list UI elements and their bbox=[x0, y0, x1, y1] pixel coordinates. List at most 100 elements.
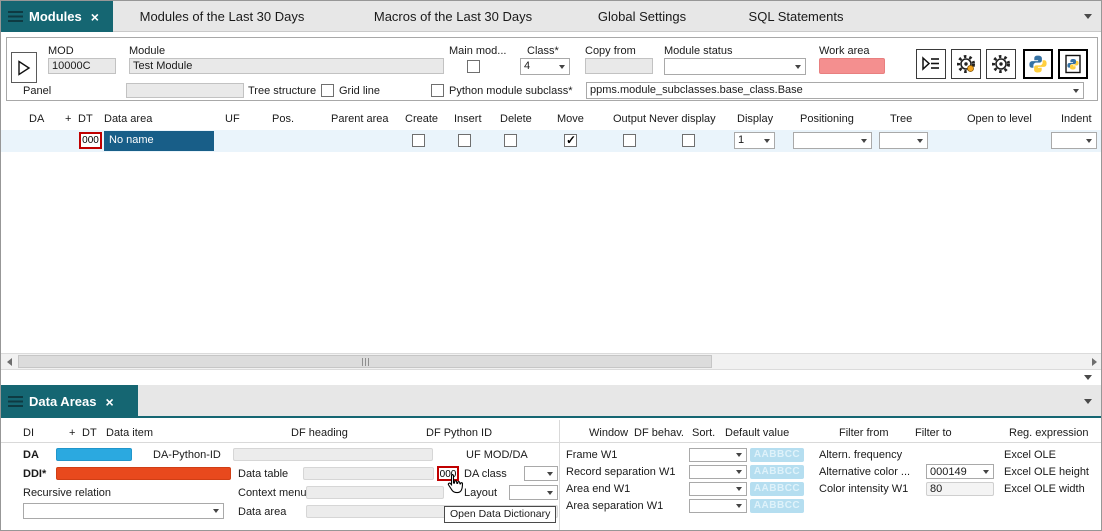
grid-add-button[interactable]: + bbox=[65, 113, 71, 125]
row-delete-checkbox[interactable] bbox=[504, 134, 517, 147]
class-label: Class* bbox=[527, 45, 559, 58]
grid-header-positioning: Positioning bbox=[800, 113, 854, 125]
grid-line-checkbox[interactable] bbox=[321, 84, 334, 97]
scroll-left-button[interactable] bbox=[1, 354, 18, 369]
tab-global-settings[interactable]: Global Settings bbox=[577, 1, 707, 31]
record-separation-w1-color-field[interactable]: AABBCC bbox=[750, 465, 804, 479]
scroll-left-icon bbox=[7, 358, 12, 366]
tab-close-icon[interactable]: × bbox=[105, 394, 113, 410]
grid-header-create: Create bbox=[405, 113, 438, 125]
da-python-id-field[interactable] bbox=[233, 448, 433, 461]
area-end-w1-select[interactable] bbox=[689, 482, 747, 496]
row-output-checkbox[interactable] bbox=[623, 134, 636, 147]
horizontal-scrollbar[interactable] bbox=[1, 353, 1102, 370]
da-add-button[interactable]: + bbox=[69, 427, 75, 439]
frame-w1-select[interactable] bbox=[689, 448, 747, 462]
data-areas-tab-bar: Data Areas × bbox=[1, 385, 1102, 418]
row-indent-select[interactable] bbox=[1051, 132, 1097, 149]
tab-data-areas[interactable]: Data Areas × bbox=[1, 385, 138, 418]
da-class-label: DA class bbox=[464, 468, 507, 481]
tab-modules[interactable]: Modules × bbox=[1, 1, 113, 32]
tab-modules-label: Modules bbox=[29, 9, 82, 24]
collapse-pane-chevron-icon[interactable] bbox=[1084, 375, 1092, 380]
recursive-relation-select[interactable] bbox=[23, 503, 224, 519]
tab-label: Global Settings bbox=[598, 9, 686, 24]
row-display-select[interactable]: 1 bbox=[734, 132, 775, 149]
row-never-display-checkbox[interactable] bbox=[682, 134, 695, 147]
record-separation-w1-select[interactable] bbox=[689, 465, 747, 479]
tab-macros-last-30-days[interactable]: Macros of the Last 30 Days bbox=[353, 1, 553, 31]
row-dt-cell[interactable]: 000 bbox=[79, 132, 102, 149]
python-subclass-checkbox[interactable] bbox=[431, 84, 444, 97]
python-editor-button[interactable] bbox=[1023, 49, 1053, 79]
work-area-field[interactable] bbox=[819, 58, 885, 74]
python-module-file-button[interactable] bbox=[1058, 49, 1088, 79]
da-header-divider bbox=[1, 442, 1102, 443]
grid-header-data-area: Data area bbox=[104, 113, 152, 125]
uf-mod-da-label: UF MOD/DA bbox=[466, 449, 528, 462]
ddi-field[interactable] bbox=[56, 467, 231, 480]
alternative-color-label: Alternative color ... bbox=[819, 466, 910, 479]
grid-header-display: Display bbox=[737, 113, 773, 125]
grid-header-open-to-level: Open to level bbox=[967, 113, 1032, 125]
module-run-list-button[interactable] bbox=[916, 49, 946, 79]
color-intensity-w1-label: Color intensity W1 bbox=[819, 483, 908, 496]
scroll-right-icon bbox=[1092, 358, 1097, 366]
data-table-field[interactable] bbox=[303, 467, 434, 480]
panel-menu-icon[interactable] bbox=[8, 11, 23, 22]
row-insert-checkbox[interactable] bbox=[458, 134, 471, 147]
module-label: Module bbox=[129, 45, 165, 58]
module-status-label: Module status bbox=[664, 45, 732, 58]
panel-field[interactable] bbox=[126, 83, 244, 98]
python-subclass-label: Python module subclass* bbox=[449, 85, 573, 98]
tab-modules-last-30-days[interactable]: Modules of the Last 30 Days bbox=[119, 1, 325, 31]
context-menu-field[interactable] bbox=[306, 486, 444, 499]
layout-select[interactable] bbox=[509, 485, 558, 500]
row-move-checkbox[interactable] bbox=[564, 134, 577, 147]
row-tree-select[interactable] bbox=[879, 132, 928, 149]
area-separation-w1-color-field[interactable]: AABBCC bbox=[750, 499, 804, 513]
tab-close-icon[interactable]: × bbox=[91, 9, 99, 25]
da-header-filter-to: Filter to bbox=[915, 427, 952, 439]
da-class-select[interactable] bbox=[524, 466, 558, 481]
color-intensity-w1-field[interactable]: 80 bbox=[926, 482, 994, 496]
grid-header-move: Move bbox=[557, 113, 584, 125]
module-customizer-button[interactable] bbox=[951, 49, 981, 79]
tab-label: Macros of the Last 30 Days bbox=[374, 9, 532, 24]
list-run-icon bbox=[921, 54, 941, 74]
run-module-button[interactable] bbox=[11, 52, 37, 83]
python-icon bbox=[1028, 54, 1048, 74]
row-positioning-select[interactable] bbox=[793, 132, 872, 149]
tab-overflow-chevron-icon[interactable] bbox=[1084, 14, 1092, 19]
scrollbar-thumb[interactable] bbox=[18, 355, 712, 368]
top-tab-bar: Modules × Modules of the Last 30 Days Ma… bbox=[1, 1, 1102, 32]
grid-header-indent: Indent bbox=[1061, 113, 1092, 125]
tab-sql-statements[interactable]: SQL Statements bbox=[729, 1, 863, 31]
scrollbar-grip-icon bbox=[362, 358, 369, 366]
area-separation-w1-select[interactable] bbox=[689, 499, 747, 513]
grid-header-parent-area: Parent area bbox=[331, 113, 388, 125]
module-settings-button[interactable] bbox=[986, 49, 1016, 79]
tab-data-areas-label: Data Areas bbox=[29, 394, 96, 409]
module-name-field[interactable]: Test Module bbox=[129, 58, 444, 74]
mod-field[interactable]: 10000C bbox=[48, 58, 116, 74]
ddi-row-label: DDI* bbox=[23, 468, 46, 481]
main-module-checkbox[interactable] bbox=[467, 60, 480, 73]
panel-menu-icon[interactable] bbox=[8, 396, 23, 407]
scroll-right-button[interactable] bbox=[1086, 354, 1102, 369]
area-end-w1-color-field[interactable]: AABBCC bbox=[750, 482, 804, 496]
da-field[interactable] bbox=[56, 448, 132, 461]
python-file-icon bbox=[1063, 54, 1083, 74]
row-data-area-cell[interactable]: No name bbox=[104, 131, 214, 151]
tab-overflow-chevron-icon[interactable] bbox=[1084, 399, 1092, 404]
area-separation-w1-label: Area separation W1 bbox=[566, 500, 663, 513]
row-create-checkbox[interactable] bbox=[412, 134, 425, 147]
class-select[interactable]: 4 bbox=[520, 58, 570, 75]
python-subclass-select[interactable]: ppms.module_subclasses.base_class.Base bbox=[586, 82, 1084, 99]
frame-w1-color-field[interactable]: AABBCC bbox=[750, 448, 804, 462]
area-end-w1-label: Area end W1 bbox=[566, 483, 630, 496]
copy-from-field[interactable] bbox=[585, 58, 653, 74]
alternative-color-select[interactable]: 000149 bbox=[926, 464, 994, 479]
da-python-id-label: DA-Python-ID bbox=[153, 449, 221, 462]
module-status-select[interactable] bbox=[664, 58, 806, 75]
